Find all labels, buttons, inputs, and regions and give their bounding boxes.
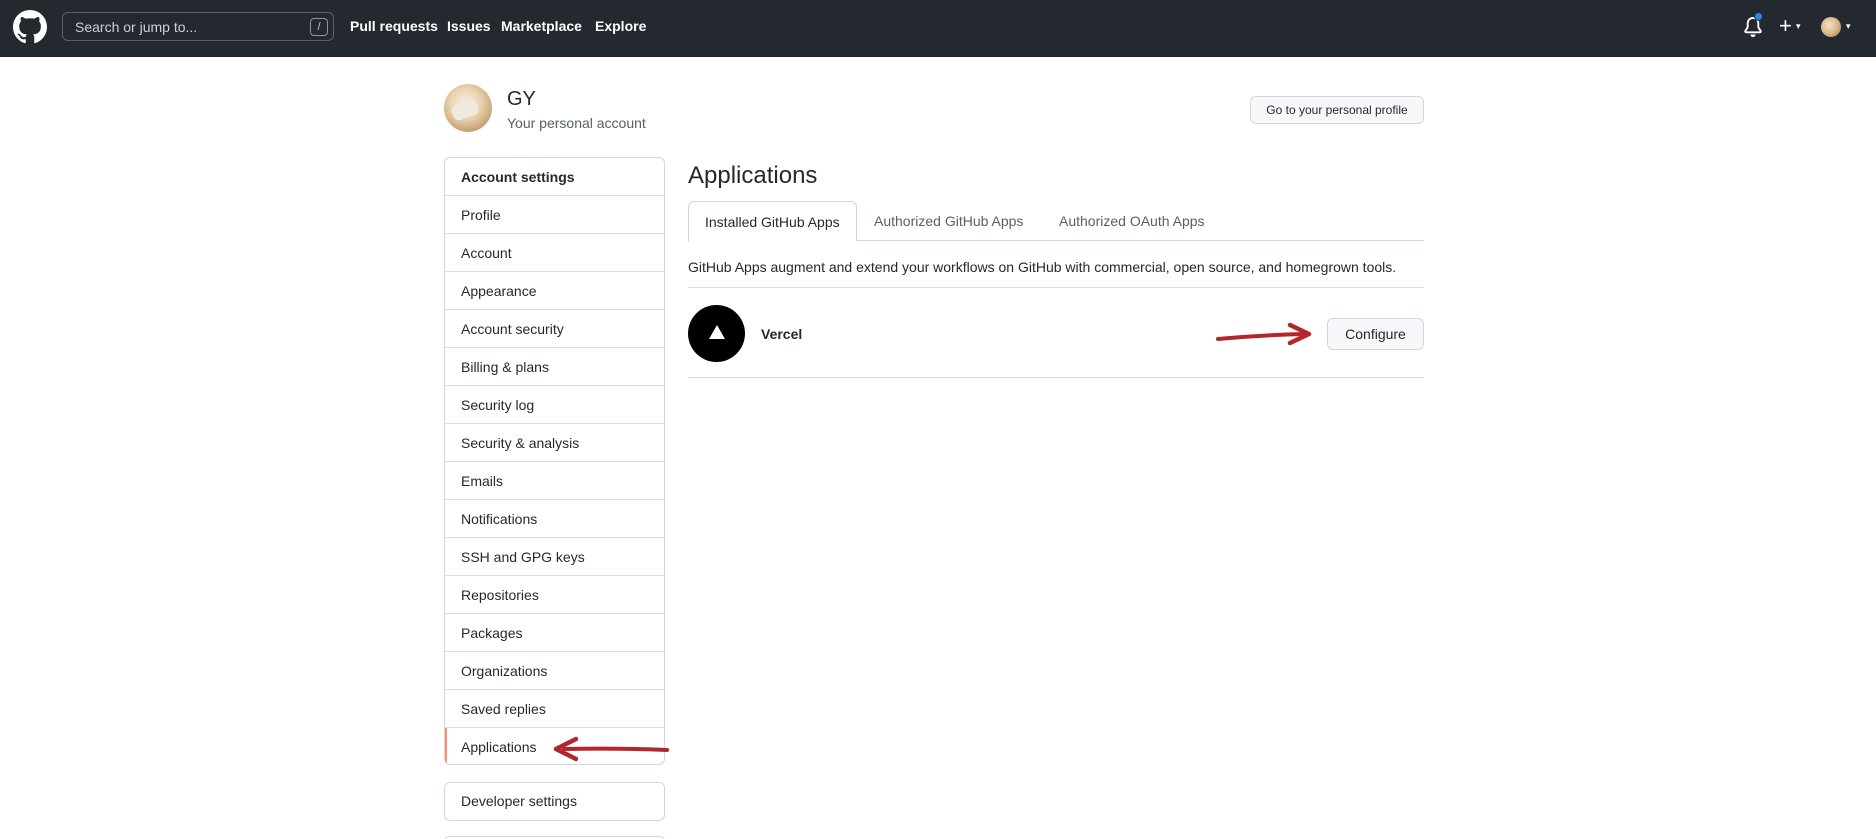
configure-button[interactable]: Configure xyxy=(1327,318,1424,350)
divider xyxy=(688,287,1424,288)
github-logo-icon[interactable] xyxy=(13,10,47,44)
sidebar-item-profile[interactable]: Profile xyxy=(445,196,664,234)
annotation-arrow-icon xyxy=(553,736,669,762)
sidebar-item-developer-settings[interactable]: Developer settings xyxy=(444,782,665,821)
sidebar-item-account[interactable]: Account xyxy=(445,234,664,272)
search-placeholder: Search or jump to... xyxy=(75,19,198,35)
search-input[interactable]: Search or jump to... / xyxy=(62,12,334,41)
user-name: GY xyxy=(507,88,536,110)
notification-dot xyxy=(1754,12,1763,21)
header-avatar[interactable] xyxy=(1821,17,1841,37)
divider xyxy=(688,377,1424,378)
tab-installed-github-apps[interactable]: Installed GitHub Apps xyxy=(688,201,857,242)
sidebar-item-saved-replies[interactable]: Saved replies xyxy=(445,690,664,728)
sidebar-item-emails[interactable]: Emails xyxy=(445,462,664,500)
chevron-down-icon[interactable]: ▾ xyxy=(1796,21,1801,32)
nav-pull-requests[interactable]: Pull requests xyxy=(350,18,438,34)
sidebar-item-repositories[interactable]: Repositories xyxy=(445,576,664,614)
vercel-triangle-icon xyxy=(709,325,725,339)
tab-bar: Installed GitHub Apps Authorized GitHub … xyxy=(688,201,1424,242)
avatar xyxy=(444,84,492,132)
tab-authorized-oauth-apps[interactable]: Authorized OAuth Apps xyxy=(1043,201,1221,242)
nav-issues[interactable]: Issues xyxy=(447,18,491,34)
sidebar-item-billing[interactable]: Billing & plans xyxy=(445,348,664,386)
user-subtitle: Your personal account xyxy=(507,115,646,131)
personal-profile-button[interactable]: Go to your personal profile xyxy=(1250,96,1424,124)
apps-description: GitHub Apps augment and extend your work… xyxy=(688,259,1397,275)
plus-icon[interactable]: + xyxy=(1779,14,1792,38)
nav-marketplace[interactable]: Marketplace xyxy=(501,18,582,34)
app-name[interactable]: Vercel xyxy=(761,326,802,342)
settings-sidebar: Account settings Profile Account Appeara… xyxy=(444,157,665,765)
sidebar-item-packages[interactable]: Packages xyxy=(445,614,664,652)
sidebar-item-ssh-gpg-keys[interactable]: SSH and GPG keys xyxy=(445,538,664,576)
sidebar-item-notifications[interactable]: Notifications xyxy=(445,500,664,538)
search-shortcut-key: / xyxy=(310,18,328,36)
sidebar-heading: Account settings xyxy=(445,158,664,196)
annotation-arrow-icon xyxy=(1216,322,1312,346)
sidebar-item-security-log[interactable]: Security log xyxy=(445,386,664,424)
sidebar-item-account-security[interactable]: Account security xyxy=(445,310,664,348)
tab-authorized-github-apps[interactable]: Authorized GitHub Apps xyxy=(858,201,1039,242)
vercel-logo xyxy=(688,305,745,362)
page-title: Applications xyxy=(688,162,818,189)
chevron-down-icon[interactable]: ▾ xyxy=(1846,21,1851,32)
sidebar-item-security-analysis[interactable]: Security & analysis xyxy=(445,424,664,462)
sidebar-item-appearance[interactable]: Appearance xyxy=(445,272,664,310)
nav-explore[interactable]: Explore xyxy=(595,18,646,34)
sidebar-item-organizations[interactable]: Organizations xyxy=(445,652,664,690)
top-header: Search or jump to... / Pull requests Iss… xyxy=(0,0,1876,57)
